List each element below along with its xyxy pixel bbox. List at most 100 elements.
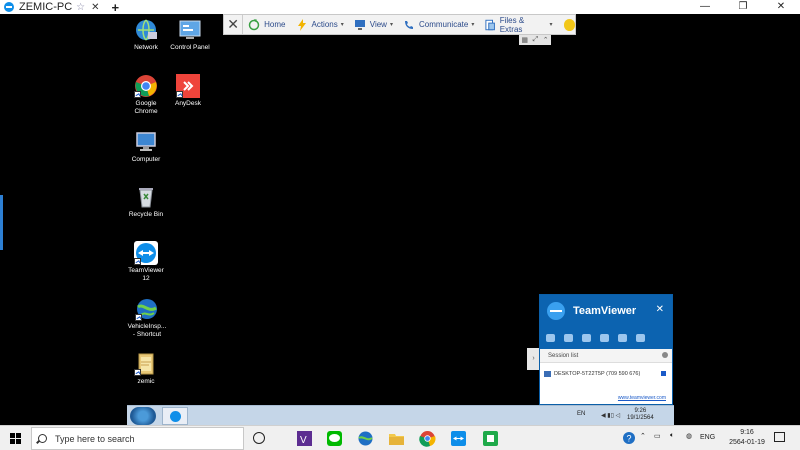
- volume-icon[interactable]: 🔈︎: [670, 432, 674, 440]
- network-app-icon[interactable]: [357, 430, 374, 447]
- collapse-left-icon[interactable]: [636, 334, 645, 342]
- line-icon[interactable]: [326, 430, 343, 447]
- language-indicator[interactable]: ENG: [700, 434, 715, 441]
- session-list-item[interactable]: DESKTOP-5T22T5P (709 590 676): [540, 363, 672, 385]
- teamviewer-icon: [134, 241, 158, 265]
- toolbar-view-button[interactable]: View ▾: [349, 15, 398, 34]
- session-list-label: Session list: [548, 352, 579, 359]
- shortcut-arrow-icon: [135, 314, 142, 321]
- monitor-icon: [354, 19, 365, 30]
- toolbar-close-button[interactable]: ✕: [224, 15, 244, 34]
- headset-icon[interactable]: [564, 334, 573, 342]
- lightning-icon: [297, 18, 306, 31]
- teamviewer-website-link[interactable]: www.teamviewer.com: [618, 395, 666, 401]
- clock[interactable]: 9:16 2564-01-19: [722, 428, 772, 448]
- network-tray-icon[interactable]: ◍: [686, 432, 692, 440]
- chat-icon[interactable]: [582, 334, 591, 342]
- tab-close-icon[interactable]: ✕: [91, 2, 99, 13]
- new-tab-button[interactable]: +: [112, 0, 120, 15]
- desktop-icon-label: Control Panel: [170, 44, 210, 51]
- panel-header: TeamViewer ✕: [540, 295, 672, 327]
- window-controls: — ❐ ✕: [686, 0, 800, 14]
- grid-icon[interactable]: ▦: [521, 36, 528, 44]
- phone-icon: [404, 20, 413, 29]
- teamviewer-toolbar: ✕ Home Actions ▾ View ▾ Communicate ▾ Fi…: [223, 14, 576, 35]
- chevron-down-icon: ▾: [549, 22, 553, 28]
- collapse-up-icon[interactable]: ⌃: [543, 36, 549, 44]
- pin-icon[interactable]: [661, 371, 666, 376]
- recycle-bin-icon: [134, 185, 158, 209]
- teamviewer-panel: TeamViewer ✕ Session list DESKTOP-5T22T5…: [539, 294, 673, 405]
- help-icon[interactable]: ?: [622, 431, 636, 447]
- panel-close-button[interactable]: ✕: [656, 304, 664, 315]
- toolbar-view-label: View: [369, 20, 387, 29]
- shortcut-arrow-icon: [176, 91, 183, 98]
- battery-icon[interactable]: ▭: [654, 432, 661, 440]
- svg-text:V: V: [300, 435, 307, 446]
- gear-icon[interactable]: [662, 352, 668, 358]
- toolbar-communicate-button[interactable]: Communicate ▾: [398, 15, 479, 34]
- remote-language-indicator[interactable]: EN: [577, 411, 585, 417]
- computer-icon: [134, 130, 158, 154]
- toolbar-actions-label: Actions: [311, 20, 338, 29]
- visual-studio-icon[interactable]: V: [296, 430, 313, 447]
- fullscreen-icon[interactable]: ⤢: [533, 36, 539, 44]
- toolbar-actions-button[interactable]: Actions ▾: [291, 15, 349, 34]
- side-panel-handle[interactable]: [0, 195, 3, 250]
- chrome-taskbar-icon[interactable]: [419, 430, 436, 447]
- anydesk-icon: [176, 74, 200, 98]
- toolbar-mini-controls: ▦ ⤢ ⌃: [519, 35, 551, 45]
- video-icon[interactable]: [546, 334, 555, 342]
- remote-clock[interactable]: 9:26 19/1/2564: [627, 408, 654, 422]
- session-list-header[interactable]: Session list: [540, 349, 672, 363]
- remote-tray-icons[interactable]: ◀ ▮▯ ◁: [601, 412, 620, 419]
- network-icon: [134, 18, 158, 42]
- smiley-feedback-icon[interactable]: [563, 18, 575, 31]
- toolbar-files-label: Files & Extras: [499, 15, 525, 34]
- files-icon: [485, 19, 496, 30]
- toolbar-files-button[interactable]: Files & Extras ▾: [479, 15, 557, 34]
- desktop-icon-label: zemic: [137, 378, 155, 385]
- desktop-icon-vehicle-inspection[interactable]: VehicleInsp... - Shortcut: [126, 297, 168, 339]
- favorite-star-icon[interactable]: ☆: [76, 2, 85, 13]
- teamviewer-taskbar-icon[interactable]: [450, 430, 467, 447]
- file-transfer-icon[interactable]: [600, 334, 609, 342]
- session-entry-label: DESKTOP-5T22T5P (709 590 676): [554, 371, 641, 377]
- minimize-button[interactable]: —: [686, 0, 724, 14]
- desktop-icon-teamviewer[interactable]: TeamViewer 12: [126, 241, 166, 283]
- chevron-down-icon: ▾: [340, 22, 344, 28]
- close-window-button[interactable]: ✕: [762, 0, 800, 14]
- restore-button[interactable]: ❐: [724, 0, 762, 14]
- show-hidden-icons[interactable]: ⌃: [640, 432, 646, 440]
- remote-start-button[interactable]: [130, 407, 156, 425]
- toolbar-home-label: Home: [264, 20, 286, 29]
- desktop-icon-zemic[interactable]: zemic: [126, 352, 166, 386]
- panel-action-icons: [540, 327, 672, 349]
- taskbar-search-box[interactable]: Type here to search: [31, 427, 244, 450]
- cortana-icon[interactable]: [253, 432, 265, 444]
- desktop-icon-label: Recycle Bin: [128, 211, 164, 218]
- windows-start-icon[interactable]: [10, 433, 21, 444]
- desktop-icon-label: TeamViewer 12: [128, 267, 164, 282]
- desktop-icon-network[interactable]: Network: [126, 18, 166, 52]
- green-app-icon[interactable]: [482, 430, 499, 447]
- notification-icon[interactable]: [774, 432, 785, 442]
- remote-clock-date: 19/1/2564: [627, 415, 654, 421]
- whiteboard-icon[interactable]: [618, 334, 627, 342]
- desktop-icon-control-panel[interactable]: Control Panel: [168, 18, 212, 52]
- session-tab[interactable]: ZEMIC-PC ☆ ✕: [0, 0, 112, 14]
- search-icon: [38, 434, 47, 443]
- toolbar-home-button[interactable]: Home: [243, 15, 290, 34]
- remote-taskbar-teamviewer-button[interactable]: [162, 407, 188, 425]
- desktop-icon-chrome[interactable]: Google Chrome: [126, 74, 166, 116]
- desktop-icon-anydesk[interactable]: AnyDesk: [168, 74, 208, 108]
- desktop-icon-label: Google Chrome: [134, 100, 158, 115]
- file-explorer-icon[interactable]: [388, 430, 405, 447]
- desktop-icon-computer[interactable]: Computer: [126, 130, 166, 164]
- shortcut-arrow-icon: [134, 91, 141, 98]
- local-taskbar: Type here to search V ? ⌃ ▭ 🔈︎ ◍ ENG 9:1…: [0, 425, 800, 450]
- svg-text:?: ?: [627, 434, 632, 444]
- desktop-icon-label: Computer: [131, 156, 161, 163]
- desktop-icon-label: Network: [134, 44, 158, 51]
- desktop-icon-recycle-bin[interactable]: Recycle Bin: [126, 185, 166, 219]
